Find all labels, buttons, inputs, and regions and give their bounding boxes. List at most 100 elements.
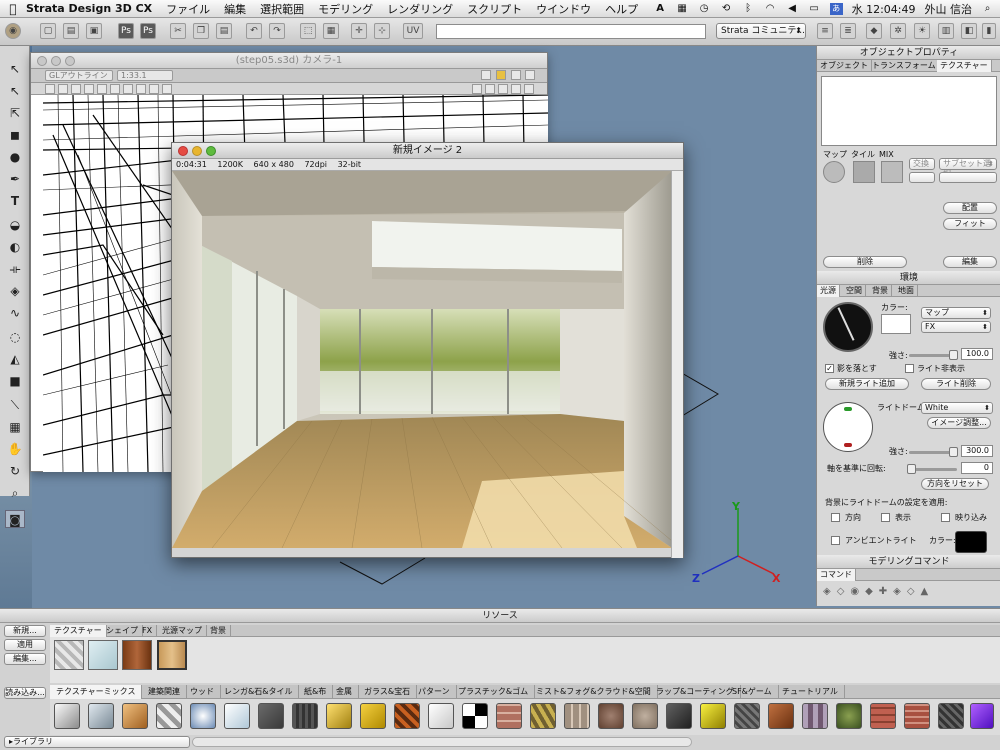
lib-tab-brick-stone-tile[interactable]: レンガ&石&タイル <box>218 685 300 699</box>
group-icon[interactable]: ▦ <box>323 23 339 39</box>
apply-display-checkbox[interactable] <box>881 513 890 522</box>
select-arrow2-icon[interactable]: ↖ <box>5 82 25 100</box>
object-icon[interactable]: ◆ <box>866 23 882 39</box>
lib-tab-plastic-rubber[interactable]: プラスチック&ゴム <box>452 685 536 699</box>
view-orbit-icon[interactable] <box>162 84 172 94</box>
library-swatch[interactable] <box>768 703 794 729</box>
menu-rendering[interactable]: レンダリング <box>387 1 453 17</box>
split-view-icon[interactable] <box>525 70 535 80</box>
view-right-icon[interactable] <box>84 84 94 94</box>
library-swatch[interactable] <box>88 703 114 729</box>
tile-icon[interactable] <box>853 161 875 183</box>
view-top-icon[interactable] <box>97 84 107 94</box>
object-properties-title[interactable]: オブジェクトプロパティ <box>817 46 1000 60</box>
texture-swatch[interactable] <box>88 640 118 670</box>
ambient-light-checkbox[interactable] <box>831 536 840 545</box>
path-icon[interactable]: ∿ <box>5 304 25 322</box>
apple-menu-icon[interactable]:  <box>0 2 26 16</box>
render-mode-select[interactable]: GLアウトライン <box>45 70 113 81</box>
library-swatch[interactable] <box>156 703 182 729</box>
copy-icon[interactable]: ❐ <box>193 23 209 39</box>
render-icon[interactable]: ◧ <box>961 23 977 39</box>
view-bottom-icon[interactable] <box>110 84 120 94</box>
app-menu[interactable]: Strata Design 3D CX <box>26 2 152 15</box>
library-swatch[interactable] <box>258 703 284 729</box>
photoshop-export-icon[interactable]: Ps <box>118 23 134 39</box>
lib-tab-texture-mix[interactable]: テクスチャーミックス <box>50 685 143 699</box>
uv-icon[interactable]: UV <box>403 23 423 39</box>
library-select[interactable]: ▸ライブラリ <box>4 736 190 748</box>
view-pan-icon[interactable] <box>149 84 159 94</box>
shadow-icon[interactable] <box>511 84 521 94</box>
texture-swatch-selected[interactable] <box>157 640 187 670</box>
mirror-icon[interactable]: ⟛ <box>5 260 25 278</box>
mix-icon[interactable] <box>881 161 903 183</box>
align-center-icon[interactable]: ≣ <box>840 23 856 39</box>
menu-modeling[interactable]: モデリング <box>318 1 373 17</box>
light-dome-dial[interactable] <box>823 402 873 452</box>
camera-window-titlebar[interactable]: (step05.s3d) カメラ-1 <box>31 53 547 69</box>
rotate-slider[interactable] <box>907 464 957 474</box>
apply-reflection-checkbox[interactable] <box>941 513 950 522</box>
library-swatch[interactable] <box>462 703 488 729</box>
measure-icon[interactable]: ⟍ <box>5 396 25 414</box>
view-iso-icon[interactable] <box>136 84 146 94</box>
library-swatch[interactable] <box>802 703 828 729</box>
snap-icon[interactable]: ⊹ <box>374 23 390 39</box>
library-scrollbar[interactable] <box>192 737 692 747</box>
view-back-icon[interactable] <box>58 84 68 94</box>
light-bulb-icon[interactable]: ◌ <box>5 328 25 346</box>
light-icon[interactable]: ☀ <box>914 23 930 39</box>
library-swatch[interactable] <box>122 703 148 729</box>
close-button[interactable] <box>178 146 188 156</box>
zoom-button[interactable] <box>206 146 216 156</box>
texture-swatch[interactable] <box>122 640 152 670</box>
swap-select[interactable]: 交換 <box>909 158 935 170</box>
menu-extra-icon[interactable]: ▦ <box>676 3 689 15</box>
camera-tool-icon[interactable]: ■ <box>5 372 25 390</box>
tab-space[interactable]: 空間 <box>843 285 866 297</box>
lib-tab-metal[interactable]: 金属 <box>330 685 359 699</box>
lib-tab-tutorial[interactable]: チュートリアル <box>776 685 845 699</box>
lib-tab-sf-game[interactable]: SF&ゲーム <box>726 685 779 699</box>
save-icon[interactable]: ▣ <box>86 23 102 39</box>
bluetooth-icon[interactable]: ᛒ <box>742 3 755 15</box>
lib-tab-paper-cloth[interactable]: 紙&布 <box>298 685 334 699</box>
add-light-button[interactable]: 新規ライト追加 <box>825 378 909 390</box>
tab-shapes[interactable]: シェイプ <box>102 625 143 637</box>
ambient-color-swatch[interactable] <box>955 531 987 553</box>
volume-icon[interactable]: ◀ <box>786 3 799 15</box>
minimize-button[interactable] <box>192 146 202 156</box>
battery-icon[interactable]: ▭ <box>808 3 821 15</box>
sphere-primitive-icon[interactable]: ● <box>5 148 25 166</box>
library-swatch[interactable] <box>394 703 420 729</box>
tab-command[interactable]: コマンド <box>817 569 856 581</box>
menu-help[interactable]: ヘルプ <box>605 1 638 17</box>
texture-swatch[interactable] <box>54 640 84 670</box>
edit-resource-button[interactable]: 編集... <box>4 653 46 665</box>
undo-icon[interactable]: ↶ <box>246 23 262 39</box>
text-tool-icon[interactable]: T <box>5 192 25 210</box>
menu-edit[interactable]: 編集 <box>224 1 246 17</box>
light-color-swatch[interactable] <box>881 314 911 334</box>
lathe-icon[interactable]: ◐ <box>5 238 25 256</box>
light-hide-checkbox[interactable] <box>905 364 914 373</box>
menu-window[interactable]: ウインドウ <box>536 1 591 17</box>
library-swatch[interactable] <box>190 703 216 729</box>
reset-direction-button[interactable]: 方向をリセット <box>921 478 989 490</box>
swap-select-2[interactable] <box>909 172 935 183</box>
delete-light-button[interactable]: ライト削除 <box>921 378 991 390</box>
toolbar-search-field[interactable] <box>436 24 706 39</box>
tab-light-maps[interactable]: 光源マップ <box>158 625 207 637</box>
spotlight-search-icon[interactable]: ⌕ <box>981 3 994 15</box>
new-file-icon[interactable]: ▢ <box>40 23 56 39</box>
library-swatch[interactable] <box>292 703 318 729</box>
modeling-commands-title[interactable]: モデリングコマンド <box>817 555 1000 569</box>
view-left-icon[interactable] <box>71 84 81 94</box>
hand-tool-icon[interactable]: ✋ <box>5 440 25 458</box>
preferences-icon[interactable]: ▮ <box>982 23 996 39</box>
light-dome-select[interactable]: White ⬍ <box>921 402 993 414</box>
tab-object[interactable]: オブジェクト <box>817 60 872 72</box>
intensity-slider[interactable] <box>909 350 958 360</box>
box-primitive-icon[interactable]: ◼ <box>5 126 25 144</box>
